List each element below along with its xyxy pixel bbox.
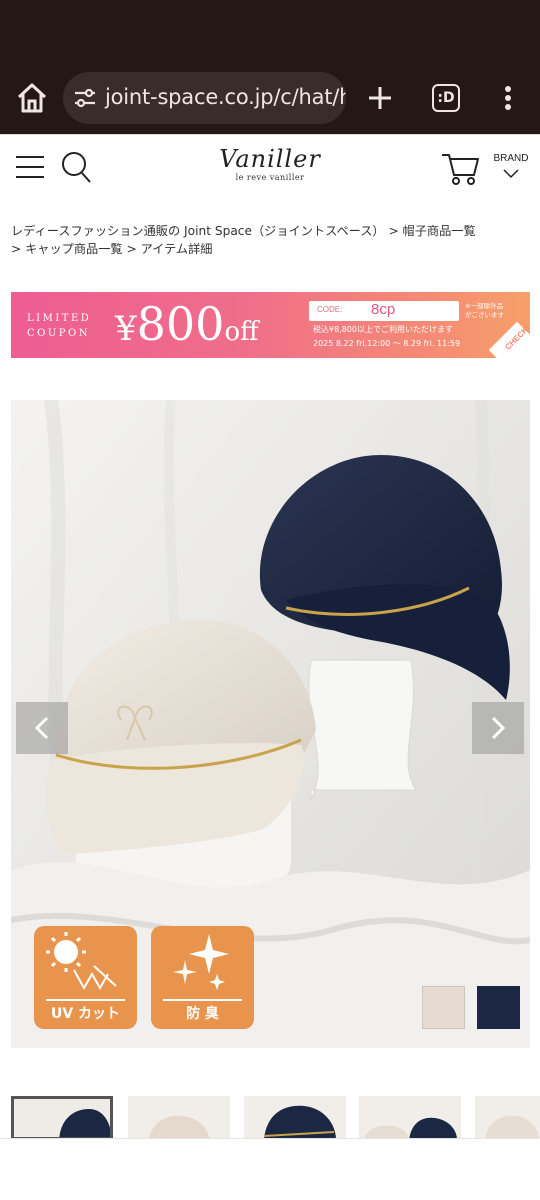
prev-image-button[interactable] <box>16 702 68 754</box>
coupon-note-line: ※一部除外品 <box>465 302 503 310</box>
coupon-banner[interactable]: LIMITED COUPON ¥800off CODE: 8cp 税込¥8,80… <box>11 292 530 358</box>
uv-cut-badge: UV カット <box>34 926 137 1029</box>
coupon-date: 2025 8.22 fri.12:00 ～ 8.29 fri. 11:59 <box>313 339 461 348</box>
breadcrumb-line-1[interactable]: レディースファッション通販の Joint Space（ジョイントスペース） > … <box>11 222 531 240</box>
site-settings-icon[interactable] <box>73 87 97 109</box>
status-bar <box>0 0 540 62</box>
tab-switcher-button[interactable]: :D <box>432 84 460 112</box>
site-header: Vaniller le reve vaniller BRAND <box>0 134 540 200</box>
chevron-right-icon <box>491 716 506 740</box>
deodorant-badge: 防 臭 <box>151 926 254 1029</box>
brand-menu-button[interactable]: BRAND <box>492 153 530 187</box>
color-swatch-beige[interactable] <box>422 986 465 1029</box>
coupon-coupon-line: COUPON <box>27 328 90 339</box>
browser-menu-button[interactable] <box>496 80 520 116</box>
thumbnail-image <box>485 1115 539 1140</box>
coupon-off: off <box>224 317 259 347</box>
bottom-bar <box>0 1138 540 1200</box>
hamburger-icon <box>16 156 44 178</box>
coupon-note: ※一部除外品 がございます <box>465 302 504 320</box>
coupon-note-line: がございます <box>465 311 504 319</box>
logo-tagline: le reve vaniller <box>235 173 305 182</box>
coupon-yen: ¥ <box>115 309 137 349</box>
thumbnail[interactable] <box>244 1096 346 1140</box>
cart-button[interactable] <box>440 149 480 187</box>
browser-toolbar: joint-space.co.jp/c/hat/h :D <box>0 62 540 134</box>
new-tab-button[interactable] <box>364 80 396 116</box>
url-text[interactable]: joint-space.co.jp/c/hat/h <box>105 85 346 109</box>
coupon-code-box: CODE: 8cp <box>309 301 459 321</box>
thumbnail[interactable] <box>128 1096 230 1140</box>
chevron-left-icon <box>34 716 49 740</box>
coupon-amount: ¥800off <box>115 300 259 356</box>
menu-button[interactable] <box>16 153 44 181</box>
home-button[interactable] <box>14 81 50 115</box>
coupon-condition: 税込¥8,800以上でご利用いただけます <box>313 325 453 334</box>
thumbnail-image <box>263 1105 336 1140</box>
site-logo[interactable]: Vaniller le reve vaniller <box>200 145 340 193</box>
logo-text: Vaniller <box>219 145 321 173</box>
breadcrumb-line-2[interactable]: > キャップ商品一覧 > アイテム詳細 <box>11 240 531 258</box>
search-icon <box>62 152 91 183</box>
coupon-code-label: CODE: <box>317 305 343 314</box>
badge-divider <box>46 999 125 1001</box>
thumbnail-image <box>148 1115 210 1140</box>
address-bar[interactable]: joint-space.co.jp/c/hat/h <box>63 72 346 124</box>
color-swatch-navy[interactable] <box>477 986 520 1029</box>
search-button[interactable] <box>60 150 92 184</box>
more-vert-icon <box>505 86 511 110</box>
plus-icon <box>369 87 391 109</box>
breadcrumb: レディースファッション通販の Joint Space（ジョイントスペース） > … <box>11 222 531 258</box>
badge-divider <box>163 999 242 1001</box>
coupon-limited-line: LIMITED <box>27 313 92 324</box>
thumbnail[interactable] <box>359 1096 461 1140</box>
deodorant-label: 防 臭 <box>186 1006 219 1022</box>
uv-cut-label: UV カット <box>50 1006 121 1022</box>
coupon-code-value: 8cp <box>371 301 396 318</box>
home-icon <box>17 83 47 113</box>
coupon-limited-text: LIMITED COUPON <box>27 311 91 341</box>
thumbnail[interactable] <box>11 1096 113 1140</box>
brand-label: BRAND <box>493 153 529 164</box>
thumbnail-image <box>364 1117 457 1140</box>
sparkle-icon <box>173 934 229 990</box>
uv-sun-icon <box>46 932 117 991</box>
thumbnail-strip <box>0 1096 540 1140</box>
chevron-down-icon <box>503 169 519 179</box>
next-image-button[interactable] <box>472 702 524 754</box>
cart-icon <box>442 154 479 185</box>
thumbnail-image <box>59 1109 110 1137</box>
thumbnail[interactable] <box>475 1096 540 1140</box>
coupon-amount-value: 800 <box>136 297 225 351</box>
